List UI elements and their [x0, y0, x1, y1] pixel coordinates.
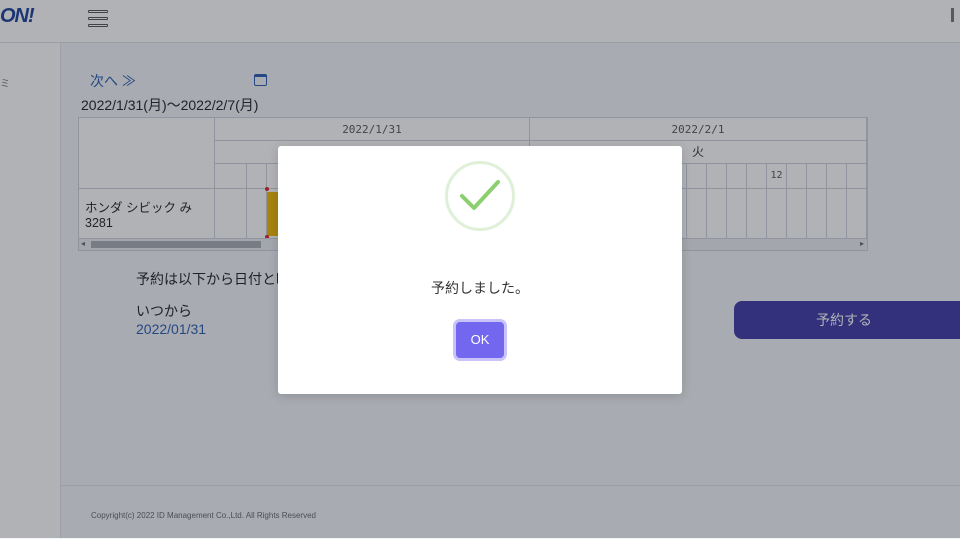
checkmark-icon — [460, 180, 500, 210]
dialog-message: 予約しました。 — [431, 280, 529, 296]
ok-button[interactable]: OK — [456, 322, 504, 358]
success-dialog: 予約しました。 OK — [278, 146, 682, 394]
